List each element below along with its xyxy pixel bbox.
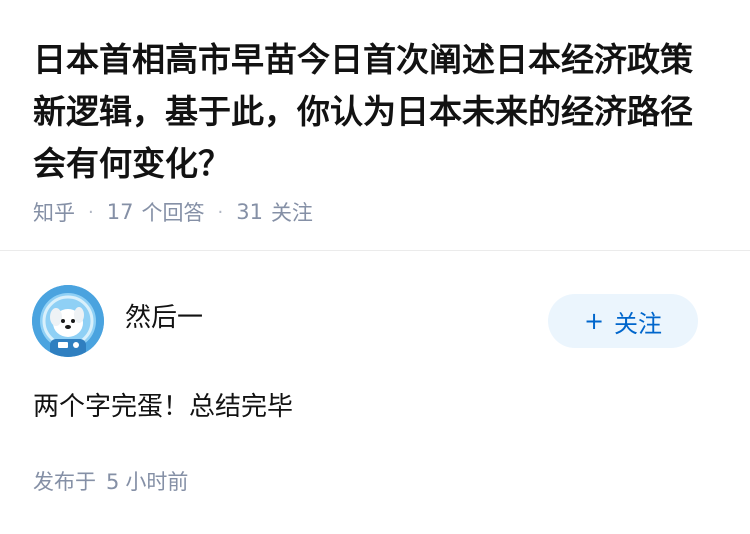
author-name[interactable]: 然后一 bbox=[125, 301, 203, 335]
answer-count-label: 个回答 bbox=[141, 201, 205, 225]
question-header: 日本首相高市早苗今日首次阐述日本经济政策新逻辑，基于此，你认为日本未来的经济路径… bbox=[0, 0, 750, 250]
follow-button-label: 关注 bbox=[614, 309, 663, 338]
cartoon-dog-avatar-icon[interactable] bbox=[32, 285, 104, 357]
follow-button[interactable]: + 关注 bbox=[548, 294, 698, 348]
avatar-image bbox=[32, 285, 104, 357]
meta-separator: · bbox=[88, 201, 94, 223]
posted-prefix: 发布于 bbox=[33, 470, 96, 494]
zhihu-question-page: 日本首相高市早苗今日首次阐述日本经济政策新逻辑，基于此，你认为日本未来的经济路径… bbox=[0, 0, 750, 534]
meta-separator: · bbox=[217, 201, 224, 223]
follower-count: 31 bbox=[236, 200, 263, 224]
source-label[interactable]: 知乎 bbox=[33, 197, 75, 227]
answer-card: 然后一 + 关注 两个字完蛋！总结完毕 发布于 5 小时前 bbox=[0, 251, 750, 534]
follower-count-label: 关注 bbox=[270, 201, 313, 225]
question-title[interactable]: 日本首相高市早苗今日首次阐述日本经济政策新逻辑，基于此，你认为日本未来的经济路径… bbox=[33, 34, 723, 190]
posted-num: 5 bbox=[106, 470, 120, 494]
answer-timestamp: 发布于 5 小时前 bbox=[33, 467, 188, 497]
posted-suffix: 小时前 bbox=[125, 470, 189, 494]
question-meta: 知乎 · 17 个回答 · 31 关注 bbox=[33, 198, 313, 226]
plus-icon: + bbox=[583, 307, 605, 335]
answer-count: 17 bbox=[106, 200, 134, 224]
answer-content[interactable]: 两个字完蛋！总结完毕 bbox=[33, 389, 293, 425]
